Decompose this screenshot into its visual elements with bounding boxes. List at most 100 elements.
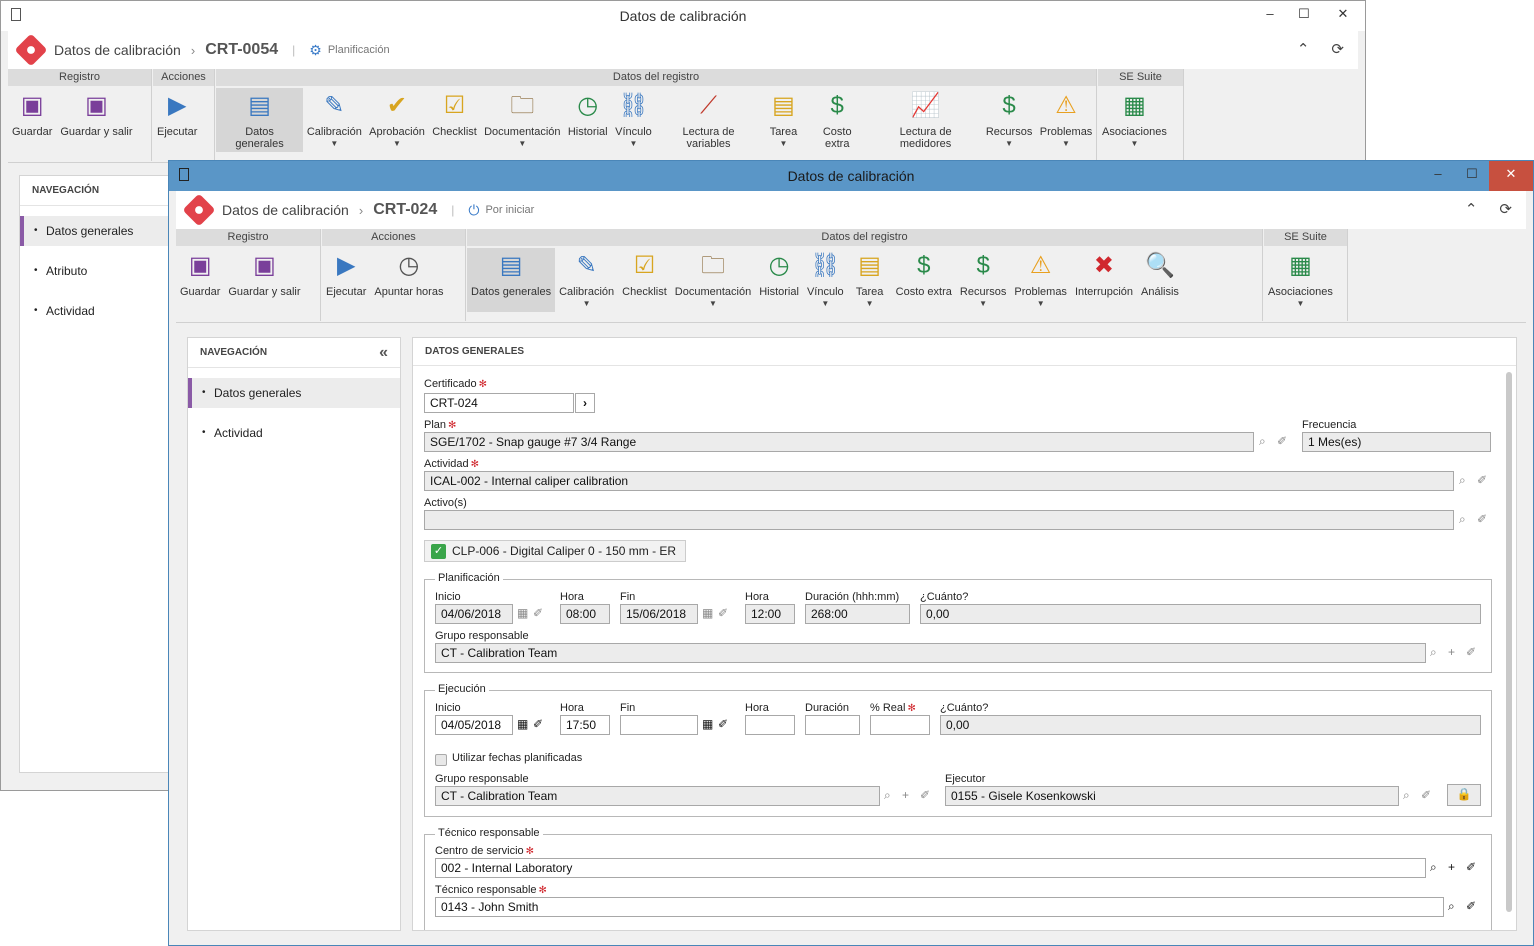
tecnico-field[interactable]: 0143 - John Smith [435, 897, 1444, 917]
clear-icon[interactable]: ✐ [533, 606, 543, 620]
calibration-button[interactable]: ✎ Calibración ▼ [303, 88, 365, 152]
checklist-button[interactable]: ☑ Checklist [618, 248, 671, 312]
ejec-hora-fin-field[interactable] [745, 715, 795, 735]
clear-icon[interactable]: ✐ [1477, 473, 1487, 487]
extra-cost-button[interactable]: $ Costo extra [892, 248, 956, 312]
search-icon[interactable]: ⌕ [1459, 512, 1466, 527]
clear-icon[interactable]: ✐ [1421, 788, 1431, 802]
ejec-grupo-field[interactable]: CT - Calibration Team [435, 786, 880, 806]
problems-button[interactable]: ⚠ Problemas ▼ [1036, 88, 1096, 152]
execute-button[interactable]: ▶ Ejecutar [322, 248, 370, 300]
scrollbar[interactable] [1506, 372, 1512, 912]
task-button[interactable]: ▤ Tarea ▼ [761, 88, 805, 152]
lock-icon[interactable]: 🔒 [1447, 784, 1481, 806]
nav-item-datos-generales[interactable]: Datos generales [20, 216, 178, 246]
ejec-real-field[interactable] [870, 715, 930, 735]
associations-button[interactable]: ▦ Asociaciones ▼ [1098, 88, 1171, 152]
clear-icon[interactable]: ✐ [1466, 860, 1476, 874]
clear-icon[interactable]: ✐ [718, 717, 728, 731]
centro-servicio-field[interactable]: 002 - Internal Laboratory [435, 858, 1426, 878]
ejec-duracion-field[interactable] [805, 715, 860, 735]
associations-button[interactable]: ▦ Asociaciones ▼ [1264, 248, 1337, 312]
nav-item-actividad[interactable]: Actividad [20, 296, 178, 326]
documentation-button[interactable]: 🗀 Documentación ▼ [481, 88, 565, 152]
approval-button[interactable]: ✔ Aprobación ▼ [366, 88, 429, 152]
history-button[interactable]: ◷ Historial [564, 88, 611, 152]
certificado-field[interactable]: CRT-024 [424, 393, 574, 413]
collapse-nav-icon[interactable]: « [379, 338, 388, 368]
resources-button[interactable]: $ Recursos ▼ [956, 248, 1010, 312]
history-button[interactable]: ◷ Historial [755, 248, 803, 312]
go-arrow-icon[interactable]: › [575, 393, 595, 413]
clear-icon[interactable]: ✐ [718, 606, 728, 620]
save-and-exit-button[interactable]: ▣ Guardar y salir [56, 88, 136, 140]
search-icon[interactable]: ⌕ [1259, 434, 1266, 449]
search-icon[interactable]: ⌕ [884, 788, 891, 803]
search-icon[interactable]: ⌕ [1459, 473, 1466, 488]
refresh-icon[interactable]: ⟳ [1499, 200, 1512, 218]
save-button[interactable]: ▣ Guardar [176, 248, 224, 300]
ejec-hora-field[interactable]: 17:50 [560, 715, 610, 735]
resources-button[interactable]: $ Recursos ▼ [982, 88, 1036, 152]
add-icon[interactable]: + [1448, 645, 1455, 659]
log-hours-button[interactable]: ◷ Apuntar horas [370, 248, 447, 300]
calendar-icon[interactable]: ▦ [702, 717, 713, 731]
search-icon[interactable]: ⌕ [1403, 788, 1410, 803]
clear-icon[interactable]: ✐ [1277, 434, 1287, 448]
close-button[interactable]: ✕ [1489, 161, 1533, 191]
interruption-button[interactable]: ✖ Interrupción [1071, 248, 1137, 312]
clear-icon[interactable]: ✐ [1477, 512, 1487, 526]
save-button[interactable]: ▣ Guardar [8, 88, 56, 140]
maximize-button[interactable]: ☐ [1455, 161, 1489, 191]
general-data-button[interactable]: ▤ Datos generales [216, 88, 304, 152]
collapse-icon[interactable]: ⌃ [1465, 200, 1478, 218]
refresh-icon[interactable]: ⟳ [1331, 40, 1344, 58]
task-button[interactable]: ▤ Tarea ▼ [848, 248, 892, 312]
ejecutor-field[interactable]: 0155 - Gisele Kosenkowski [945, 786, 1399, 806]
activos-field[interactable] [424, 510, 1454, 530]
problems-button[interactable]: ⚠ Problemas ▼ [1010, 248, 1071, 312]
general-data-button[interactable]: ▤ Datos generales [467, 248, 556, 312]
plan-grupo-field[interactable]: CT - Calibration Team [435, 643, 1426, 663]
documentation-button[interactable]: 🗀 Documentación ▼ [671, 248, 755, 312]
nav-item-actividad[interactable]: Actividad [188, 418, 400, 448]
plan-field[interactable]: SGE/1702 - Snap gauge #7 3/4 Range [424, 432, 1254, 452]
plan-inicio-field[interactable]: 04/06/2018 [435, 604, 513, 624]
calendar-icon[interactable]: ▦ [517, 717, 528, 731]
clear-icon[interactable]: ✐ [1466, 899, 1476, 913]
link-button[interactable]: ⛓ Vínculo ▼ [611, 88, 655, 152]
plan-hora-fin-field[interactable]: 12:00 [745, 604, 795, 624]
link-button[interactable]: ⛓ Vínculo ▼ [803, 248, 848, 312]
nav-item-datos-generales[interactable]: Datos generales [188, 378, 400, 408]
variables-reading-button[interactable]: ⟋ Lectura de variables [656, 88, 762, 152]
save-and-exit-button[interactable]: ▣ Guardar y salir [224, 248, 304, 300]
clear-icon[interactable]: ✐ [920, 788, 930, 802]
minimize-button[interactable]: – [1253, 1, 1287, 31]
analysis-button[interactable]: 🔍 Análisis [1137, 248, 1183, 312]
close-button[interactable]: ✕ [1321, 1, 1365, 31]
clear-icon[interactable]: ✐ [533, 717, 543, 731]
minimize-button[interactable]: – [1421, 161, 1455, 191]
add-icon[interactable]: + [1448, 860, 1455, 874]
collapse-icon[interactable]: ⌃ [1297, 40, 1310, 58]
execute-button[interactable]: ▶ Ejecutar [153, 88, 201, 140]
calendar-icon[interactable]: ▦ [702, 606, 713, 620]
add-icon[interactable]: + [902, 788, 909, 802]
nav-item-atributo[interactable]: Atributo [20, 256, 178, 286]
calendar-icon[interactable]: ▦ [517, 606, 528, 620]
ejec-fin-field[interactable] [620, 715, 698, 735]
extra-cost-button[interactable]: $ Costo extra [805, 88, 869, 152]
search-icon[interactable]: ⌕ [1448, 899, 1455, 914]
search-icon[interactable]: ⌕ [1430, 645, 1437, 660]
clear-icon[interactable]: ✐ [1466, 645, 1476, 659]
plan-hora-field[interactable]: 08:00 [560, 604, 610, 624]
calibration-button[interactable]: ✎ Calibración ▼ [555, 248, 618, 312]
actividad-field[interactable]: ICAL-002 - Internal caliper calibration [424, 471, 1454, 491]
asset-chip[interactable]: ✓ CLP-006 - Digital Caliper 0 - 150 mm - … [424, 540, 686, 562]
ejec-inicio-field[interactable]: 04/05/2018 [435, 715, 513, 735]
maximize-button[interactable]: ☐ [1287, 1, 1321, 31]
checklist-button[interactable]: ☑ Checklist [428, 88, 480, 152]
use-planned-dates-checkbox[interactable] [435, 754, 447, 766]
meter-reading-button[interactable]: 📈 Lectura de medidores [869, 88, 982, 152]
search-icon[interactable]: ⌕ [1430, 860, 1437, 875]
